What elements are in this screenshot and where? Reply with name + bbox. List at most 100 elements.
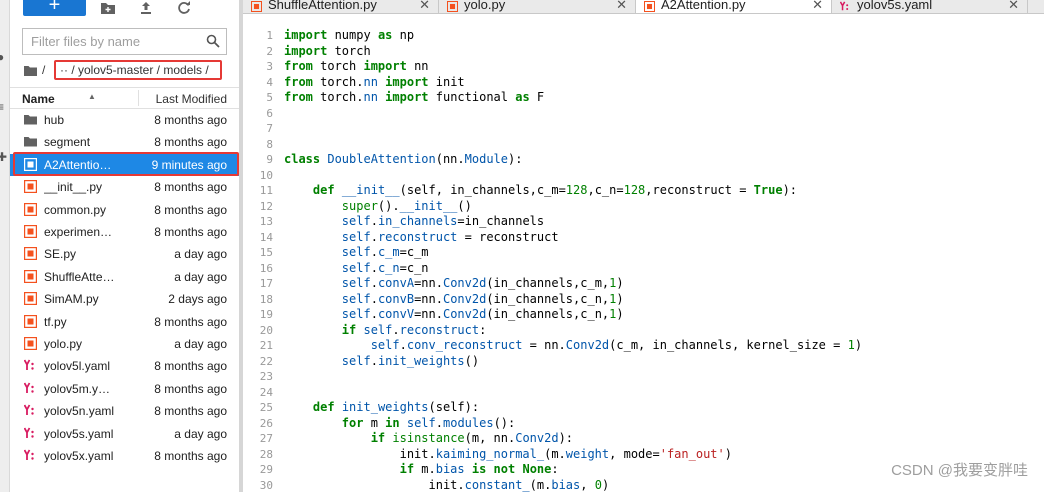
code-line: super().__init__()	[341, 198, 472, 213]
editor-tab-bar: ShuffleAttention.py ✕ yolo.py ✕ A2Attention.…	[243, 0, 1044, 14]
name-column-header[interactable]: Name	[22, 92, 55, 106]
file-row[interactable]: yolov5l.yaml 8 months ago	[10, 355, 239, 377]
watermark: CSDN @我要变胖哇	[891, 462, 1028, 479]
editor-tab[interactable]: ShuffleAttention.py ✕	[243, 0, 439, 13]
line-number: 20	[259, 323, 273, 337]
file-modified: a day ago	[174, 269, 227, 284]
line-number: 8	[266, 137, 273, 151]
file-row[interactable]: SE.py a day ago	[10, 243, 239, 265]
line-number: 17	[259, 277, 273, 290]
file-name: SE.py	[44, 247, 77, 262]
folder-icon[interactable]	[24, 65, 37, 76]
file-row[interactable]: segment 8 months ago	[10, 131, 239, 153]
close-tab-icon[interactable]: ✕	[1008, 0, 1019, 13]
code-line: self.c_n=c_n	[341, 260, 429, 275]
line-number: 7	[266, 122, 273, 135]
code-line: import torch	[284, 43, 371, 58]
breadcrumb-root[interactable]: /	[42, 63, 45, 77]
line-number: 16	[259, 261, 273, 275]
file-row[interactable]: ShuffleAtte… a day ago	[10, 266, 239, 288]
running-icon[interactable]: ●	[0, 50, 9, 64]
yaml-file-icon	[23, 382, 37, 395]
file-modified: 8 months ago	[154, 449, 227, 463]
file-row[interactable]: __init__.py 8 months ago	[10, 176, 239, 198]
file-name: experimen…	[44, 225, 113, 239]
file-modified: a day ago	[174, 337, 227, 351]
file-name: tf.py	[44, 314, 67, 329]
file-row[interactable]: yolov5s.yaml a day ago	[10, 423, 239, 445]
file-row[interactable]: tf.py 8 months ago	[10, 311, 239, 333]
file-row[interactable]: common.py 8 months ago	[10, 199, 239, 221]
line-number: 29	[259, 463, 273, 476]
close-tab-icon[interactable]: ✕	[812, 0, 823, 13]
line-number: 23	[259, 370, 273, 383]
file-row[interactable]: experimen… 8 months ago	[10, 221, 239, 243]
new-launcher-button[interactable]: +	[23, 0, 86, 16]
file-name: hub	[44, 113, 65, 127]
editor-tab[interactable]: yolo.py ✕	[439, 0, 636, 13]
file-name: segment	[44, 135, 91, 150]
folder-icon	[24, 135, 37, 148]
line-number: 5	[266, 91, 273, 104]
folder-icon	[24, 113, 37, 126]
code-line: from torch import nn	[284, 59, 429, 73]
breadcrumb: / ·· / yolov5-master / models /	[24, 60, 234, 80]
file-row[interactable]: hub 8 months ago	[10, 109, 239, 131]
line-number: 12	[259, 199, 273, 213]
python-file-icon	[23, 269, 38, 283]
search-icon[interactable]	[206, 34, 220, 48]
file-modified: 2 days ago	[168, 292, 227, 307]
tab-label: yolov5s.yaml	[857, 0, 933, 12]
file-row[interactable]: yolov5n.yaml 8 months ago	[10, 400, 239, 422]
editor-tab[interactable]: A2Attention.py ✕	[636, 0, 832, 13]
filter-box	[22, 28, 227, 55]
line-number: 25	[259, 401, 273, 414]
selected-file-highlight	[13, 152, 239, 176]
last-modified-column-header[interactable]: Last Modified	[156, 92, 227, 106]
python-file-icon	[446, 0, 459, 13]
python-file-icon	[23, 336, 38, 351]
code-line: self.convB=nn.Conv2d(in_channels,c_n,1)	[341, 291, 624, 306]
yaml-file-icon	[23, 449, 37, 462]
sort-ascending-icon[interactable]: ▲	[88, 92, 96, 101]
code-line: if m.bias is not None:	[399, 462, 559, 476]
file-modified: 8 months ago	[154, 381, 227, 396]
line-number: 28	[259, 447, 273, 461]
python-file-icon	[23, 314, 38, 328]
commands-icon[interactable]: ≡	[0, 100, 9, 114]
line-number: 21	[259, 339, 273, 352]
file-name: yolov5n.yaml	[44, 404, 115, 419]
code-line: def init_weights(self):	[312, 400, 480, 414]
close-tab-icon[interactable]: ✕	[616, 0, 627, 13]
breadcrumb-path[interactable]: ·· / yolov5-master / models /	[60, 63, 209, 77]
line-number: 9	[266, 153, 273, 166]
line-number: 2	[266, 44, 273, 58]
code-line: from torch.nn import functional as F	[284, 90, 545, 104]
line-number: 4	[266, 75, 273, 89]
code-line: import numpy as np	[284, 28, 415, 42]
code-line: self.convV=nn.Conv2d(in_channels,c_n,1)	[341, 307, 624, 321]
new-folder-icon[interactable]	[100, 0, 116, 16]
line-number: 19	[259, 308, 273, 321]
file-row[interactable]: yolov5m.y… 8 months ago	[10, 378, 239, 400]
extension-icon[interactable]: ✚	[0, 150, 9, 164]
line-number: 13	[259, 215, 273, 228]
close-tab-icon[interactable]: ✕	[419, 0, 430, 13]
upload-icon[interactable]	[138, 0, 154, 16]
line-number: 30	[259, 478, 273, 492]
code-line: def __init__(self, in_channels,c_m=128,c…	[312, 183, 798, 197]
refresh-icon[interactable]	[176, 0, 192, 16]
editor-tab[interactable]: yolov5s.yaml ✕	[832, 0, 1028, 13]
file-row[interactable]: SimAM.py 2 days ago	[10, 288, 239, 310]
file-row[interactable]: yolov5x.yaml 8 months ago	[10, 445, 239, 467]
file-name: yolov5x.yaml	[44, 449, 114, 463]
code-line: self.conv_reconstruct = nn.Conv2d(c_m, i…	[370, 338, 863, 352]
python-file-icon	[23, 291, 38, 306]
code-area[interactable]: 1 2 3 4 5 6 7 8 9 10 11 12 13 14 15 16 17 18 19 20 21 22 23 24 2…	[243, 28, 1044, 492]
yaml-file-icon	[839, 1, 851, 12]
line-number: 18	[259, 292, 273, 306]
file-row[interactable]: yolo.py a day ago	[10, 333, 239, 355]
filter-files-input[interactable]	[23, 29, 203, 54]
file-modified: 8 months ago	[154, 202, 227, 217]
line-number: 10	[259, 168, 273, 182]
